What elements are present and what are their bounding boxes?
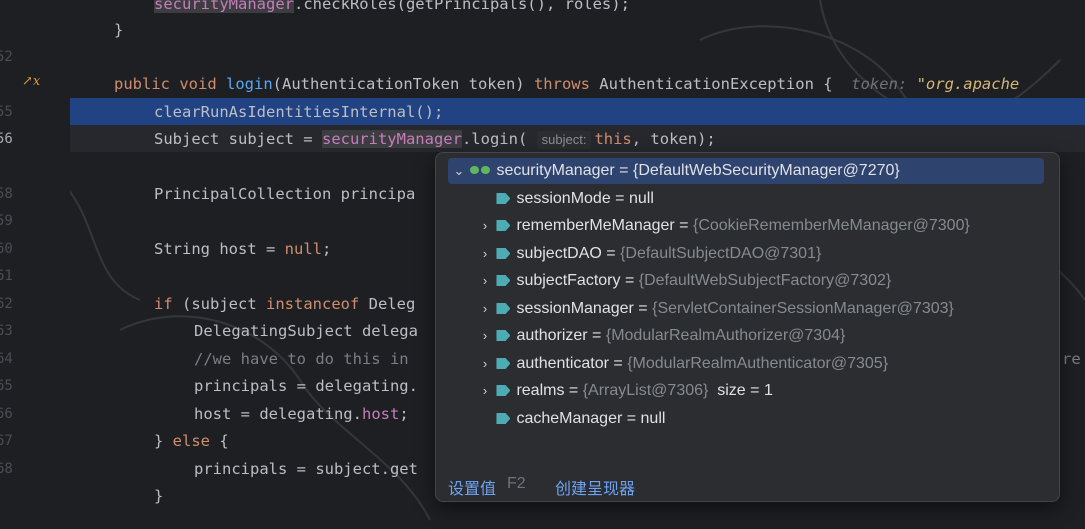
method-override-icon[interactable]: ↗x [22, 74, 40, 92]
code-line[interactable]: Subject subject = securityManager.login(… [154, 129, 716, 149]
line-number: 52 [0, 49, 13, 65]
create-renderer-link[interactable]: 创建呈现器 [555, 475, 635, 499]
tree-node-cache-manager[interactable]: cacheManager = null [478, 406, 665, 432]
code-line[interactable]: DelegatingSubject delega [194, 321, 418, 341]
code-line[interactable]: if (subject instanceof Deleg [154, 294, 415, 314]
line-number: 66 [0, 406, 13, 422]
chevron-right-icon[interactable]: › [478, 213, 492, 239]
code-line[interactable]: } [114, 20, 123, 40]
chevron-right-icon[interactable]: › [478, 296, 492, 322]
chevron-down-icon[interactable]: ⌄ [452, 158, 466, 184]
field-tag-icon [496, 358, 511, 369]
code-line[interactable]: PrincipalCollection principa [154, 184, 415, 204]
editor-gutter: 52 53 55 56 58 59 60 61 62 63 64 65 66 6… [0, 0, 70, 529]
chevron-right-icon[interactable]: › [478, 241, 492, 267]
line-number: 62 [0, 296, 13, 312]
tree-root-security-manager[interactable]: ⌄ securityManager = {DefaultWebSecurityM… [448, 158, 1044, 184]
code-line[interactable]: } else { [154, 431, 229, 451]
debugger-value-popup: ⌄ securityManager = {DefaultWebSecurityM… [435, 152, 1060, 502]
field-tag-icon [496, 330, 511, 341]
line-number: 68 [0, 461, 13, 477]
code-line[interactable]: securityManager.checkRoles(getPrincipals… [154, 0, 630, 14]
line-number: 67 [0, 433, 13, 449]
code-line[interactable]: String host = null; [154, 239, 331, 259]
code-line-login-signature[interactable]: public void login(AuthenticationToken to… [114, 74, 1019, 94]
line-number: 65 [0, 378, 13, 394]
tree-node-realms[interactable]: › realms = {ArrayList@7306} size = 1 [478, 378, 773, 404]
code-line[interactable]: } [154, 486, 163, 506]
chevron-right-icon[interactable]: › [478, 378, 492, 404]
parameter-hint: subject: [536, 131, 592, 149]
field-tag-icon [496, 248, 511, 259]
security-manager-reference: securityManager [321, 130, 462, 148]
tree-node-remember-me-manager[interactable]: › rememberMeManager = {CookieRememberMeM… [478, 213, 970, 239]
chevron-right-icon[interactable]: › [478, 268, 492, 294]
field-tag-icon [496, 275, 511, 286]
tree-node-session-manager[interactable]: › sessionManager = {ServletContainerSess… [478, 296, 954, 322]
field-tag-icon [496, 220, 511, 231]
field-tag-icon [496, 385, 511, 396]
code-line[interactable]: principals = delegating. [194, 376, 418, 396]
set-value-shortcut: F2 [507, 475, 526, 492]
code-line[interactable]: principals = subject.get [194, 459, 418, 479]
set-value-link[interactable]: 设置值 [448, 475, 496, 499]
chevron-right-icon[interactable]: › [478, 351, 492, 377]
chevron-right-icon[interactable]: › [478, 323, 492, 349]
line-number: 59 [0, 213, 13, 229]
line-number: 56 [0, 131, 13, 147]
line-number: 60 [0, 241, 13, 257]
field-tag-icon [496, 303, 511, 314]
tree-node-subject-factory[interactable]: › subjectFactory = {DefaultWebSubjectFac… [478, 268, 891, 294]
line-number: 63 [0, 323, 13, 339]
tree-node-authenticator[interactable]: › authenticator = {ModularRealmAuthentic… [478, 351, 888, 377]
line-number: 64 [0, 351, 13, 367]
line-number: 61 [0, 268, 13, 284]
field-tag-icon [496, 193, 511, 204]
line-number: 58 [0, 186, 13, 202]
code-line-current-execution[interactable]: clearRunAsIdentitiesInternal(); [154, 102, 443, 122]
tree-node-session-mode[interactable]: sessionMode = null [478, 186, 654, 212]
popup-footer: 设置值 F2 创建呈现器 [436, 475, 1059, 499]
tree-node-authorizer[interactable]: › authorizer = {ModularRealmAuthorizer@7… [478, 323, 846, 349]
line-number: 55 [0, 104, 13, 120]
code-line-tail: re [1062, 350, 1081, 368]
tree-node-subject-dao[interactable]: › subjectDAO = {DefaultSubjectDAO@7301} [478, 241, 822, 267]
code-line[interactable]: host = delegating.host; [194, 404, 409, 424]
code-line[interactable]: //we have to do this in [194, 349, 409, 369]
watch-glasses-icon [470, 165, 492, 175]
field-tag-icon [496, 413, 511, 424]
